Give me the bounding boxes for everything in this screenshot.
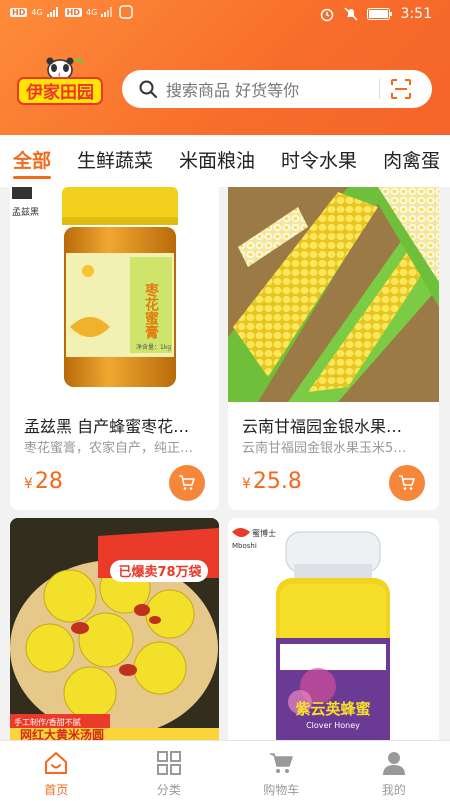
tab-all[interactable]: 全部 — [0, 135, 64, 187]
status-time: 3:51 — [401, 6, 432, 22]
image-label-text: 枣花蜜膏 — [143, 282, 160, 340]
product-image[interactable]: 孟兹黑 枣花蜜膏 净含量：1kg — [10, 187, 219, 402]
product-desc: 云南甘福园金银水果玉米5… — [242, 437, 425, 456]
image-brand-en-text: Mboshi — [232, 542, 257, 550]
product-card[interactable]: 孟兹黑 枣花蜜膏 净含量：1kg 孟兹黑 自产蜂蜜枣花蜜… 枣花蜜膏，农家自产，… — [10, 187, 219, 510]
price-value: 25.8 — [253, 469, 302, 494]
sim1-hd-badge: HD — [10, 8, 27, 17]
grid-icon — [155, 749, 183, 777]
search-bar[interactable]: 搜索商品 好货等你 — [122, 70, 432, 108]
nav-home-label: 首页 — [44, 781, 68, 798]
scan-icon[interactable] — [390, 78, 412, 100]
nav-profile-label: 我的 — [382, 781, 406, 798]
mute-icon — [343, 6, 359, 22]
home-icon — [42, 749, 70, 777]
nav-home[interactable]: 首页 — [0, 741, 113, 801]
app-logo: 伊家田园 — [16, 56, 104, 108]
add-to-cart-button[interactable] — [389, 465, 425, 501]
product-card[interactable]: 已爆卖78万袋 手工制作/香甜不腻 网红大黄米汤圆 — [10, 518, 219, 740]
search-divider — [379, 79, 380, 99]
search-placeholder[interactable]: 搜索商品 好货等你 — [166, 77, 379, 101]
status-bar: HD 4G HD 4G 3:51 — [0, 0, 450, 32]
nav-category-label: 分类 — [157, 781, 181, 798]
tab-meat-poultry-eggs[interactable]: 肉禽蛋 — [370, 135, 450, 187]
add-to-cart-button[interactable] — [169, 465, 205, 501]
price-value: 28 — [35, 469, 63, 494]
tab-fresh-vegetables[interactable]: 生鲜蔬菜 — [64, 135, 166, 187]
tab-rice-flour-oil[interactable]: 米面粮油 — [166, 135, 268, 187]
image-label-text: 紫云英蜂蜜 — [295, 700, 370, 718]
user-icon — [380, 749, 408, 777]
product-price: ¥25.8 — [242, 469, 302, 494]
battery-icon — [367, 8, 393, 20]
logo-text: 伊家田园 — [25, 82, 94, 103]
product-card[interactable]: 云南甘福园金银水果… 云南甘福园金银水果玉米5… ¥25.8 — [228, 187, 439, 510]
image-bottom-text: 网红大黄米汤圆 — [20, 727, 104, 740]
signal-icon — [47, 7, 61, 17]
nav-cart[interactable]: 购物车 — [225, 741, 338, 801]
price-currency: ¥ — [24, 476, 33, 492]
signal-icon — [101, 7, 115, 17]
image-banner-text: 已爆卖78万袋 — [118, 564, 202, 580]
image-brand-text: 蜜博士 — [252, 528, 276, 538]
product-title[interactable]: 云南甘福园金银水果… — [242, 413, 425, 437]
product-image[interactable] — [228, 187, 439, 402]
product-image[interactable]: 蜜博士 Mboshi 紫云英蜂蜜 Clover Honey — [228, 518, 439, 740]
image-label-en-text: Clover Honey — [306, 721, 360, 730]
product-card[interactable]: 蜜博士 Mboshi 紫云英蜂蜜 Clover Honey — [228, 518, 439, 740]
bottom-navigation: 首页 分类 购物车 我的 — [0, 740, 450, 801]
sim2-network-label: 4G — [86, 8, 97, 17]
cart-icon — [398, 474, 416, 492]
category-tabs: 全部 生鲜蔬菜 米面粮油 时令水果 肉禽蛋 — [0, 135, 450, 187]
tab-seasonal-fruit[interactable]: 时令水果 — [268, 135, 370, 187]
app-header: HD 4G HD 4G 3:51 伊家田园 — [0, 0, 450, 135]
nav-category[interactable]: 分类 — [113, 741, 226, 801]
status-right-icons: 3:51 — [319, 6, 432, 22]
search-icon — [138, 79, 158, 99]
cart-icon — [267, 749, 295, 777]
signal-indicators: HD 4G HD 4G — [10, 5, 133, 19]
product-price: ¥28 — [24, 469, 63, 494]
cart-icon — [178, 474, 196, 492]
product-desc: 枣花蜜膏，农家自产，纯正… — [24, 437, 205, 456]
price-currency: ¥ — [242, 476, 251, 492]
alarm-icon — [319, 6, 335, 22]
sim1-network-label: 4G — [31, 8, 42, 17]
notification-app-icon — [119, 5, 133, 19]
image-brand-text: 孟兹黑 — [12, 206, 39, 218]
nav-cart-label: 购物车 — [263, 781, 299, 798]
product-image[interactable]: 已爆卖78万袋 手工制作/香甜不腻 网红大黄米汤圆 — [10, 518, 219, 740]
sim2-hd-badge: HD — [65, 8, 82, 17]
nav-profile[interactable]: 我的 — [338, 741, 450, 801]
image-tagline-text: 手工制作/香甜不腻 — [14, 717, 81, 727]
image-net-weight: 净含量：1kg — [136, 343, 171, 351]
product-title[interactable]: 孟兹黑 自产蜂蜜枣花蜜… — [24, 413, 205, 437]
